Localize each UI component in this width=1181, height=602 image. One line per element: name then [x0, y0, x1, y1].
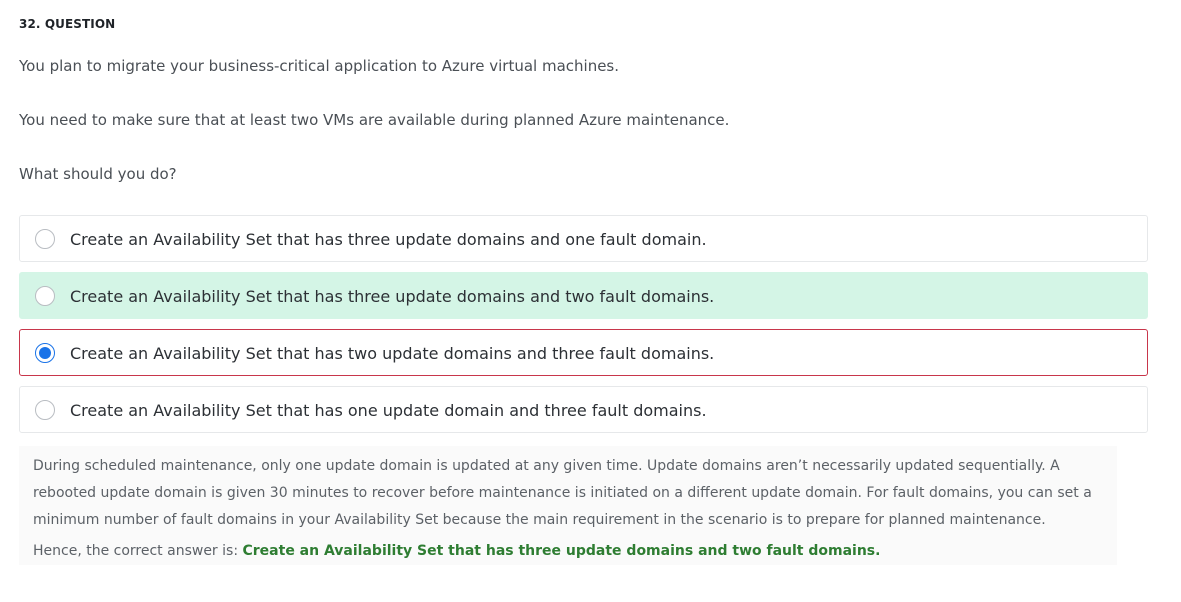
answer-option-4[interactable]: Create an Availability Set that has one …	[19, 386, 1148, 433]
radio-button[interactable]	[35, 400, 55, 420]
explanation-panel: During scheduled maintenance, only one u…	[19, 446, 1117, 565]
radio-button-checked[interactable]	[35, 343, 55, 363]
answer-option-label: Create an Availability Set that has one …	[70, 401, 707, 420]
answer-option-3[interactable]: Create an Availability Set that has two …	[19, 329, 1148, 376]
question-paragraph-1: You plan to migrate your business-critic…	[19, 57, 620, 75]
answer-option-label: Create an Availability Set that has two …	[70, 344, 715, 363]
correct-answer-line: Hence, the correct answer is: Create an …	[33, 543, 1103, 559]
radio-button[interactable]	[35, 286, 55, 306]
explanation-text: During scheduled maintenance, only one u…	[33, 458, 1092, 528]
answer-option-1[interactable]: Create an Availability Set that has thre…	[19, 215, 1148, 262]
correct-answer-prefix: Hence, the correct answer is:	[33, 543, 243, 559]
radio-button[interactable]	[35, 229, 55, 249]
question-number: 32. QUESTION	[19, 17, 116, 31]
answer-option-label: Create an Availability Set that has thre…	[70, 230, 707, 249]
answer-option-2[interactable]: Create an Availability Set that has thre…	[19, 272, 1148, 319]
answer-option-label: Create an Availability Set that has thre…	[70, 287, 715, 306]
correct-answer-text: Create an Availability Set that has thre…	[242, 543, 881, 559]
question-prompt: What should you do?	[19, 165, 177, 183]
question-paragraph-2: You need to make sure that at least two …	[19, 111, 730, 129]
